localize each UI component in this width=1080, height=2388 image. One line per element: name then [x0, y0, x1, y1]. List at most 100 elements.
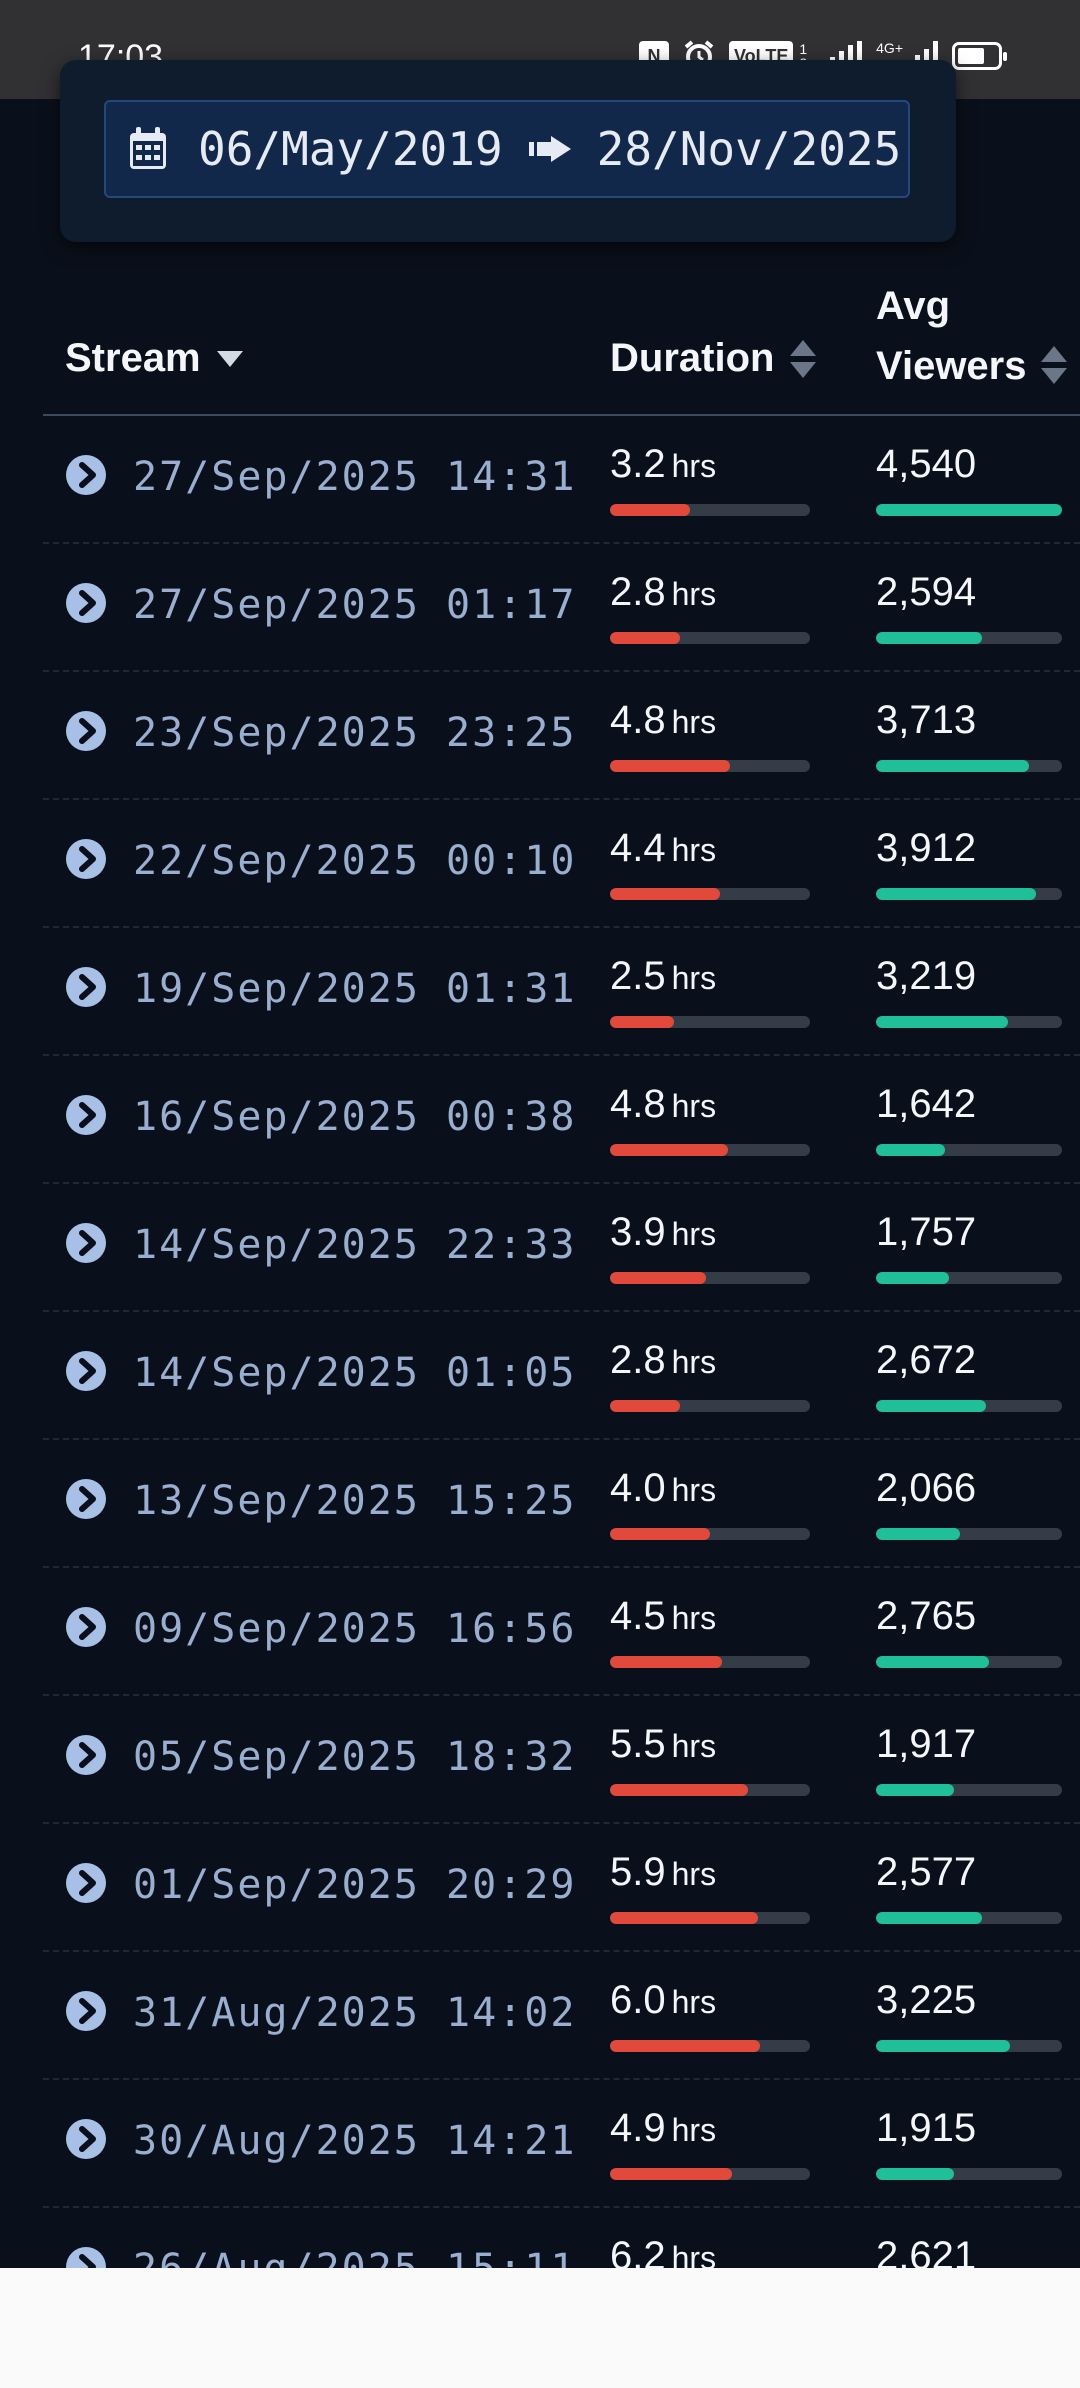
table-row[interactable]: 23/Sep/2025 23:25 4.8 hrs 3,713: [43, 672, 1080, 800]
stream-datetime[interactable]: 22/Sep/2025 00:10: [133, 838, 576, 884]
duration-bar-fill: [610, 632, 680, 644]
date-from: 06/May/2019: [198, 122, 503, 176]
table-row[interactable]: 14/Sep/2025 01:05 2.8 hrs 2,672: [43, 1312, 1080, 1440]
sort-icon: [1040, 346, 1067, 384]
stream-datetime[interactable]: 30/Aug/2025 14:21: [133, 2118, 576, 2164]
avg-viewers-value: 2,672: [876, 1338, 977, 1382]
duration-bar: [610, 760, 810, 772]
sort-desc-icon: [216, 350, 243, 367]
duration-bar: [610, 1656, 810, 1668]
viewers-bar-fill: [876, 1144, 945, 1156]
column-header-stream[interactable]: Stream: [65, 336, 243, 381]
play-circle-icon[interactable]: [65, 1990, 107, 2032]
duration-bar-fill: [610, 1016, 674, 1028]
table-row[interactable]: 16/Sep/2025 00:38 4.8 hrs 1,642: [43, 1056, 1080, 1184]
calendar-icon: [130, 127, 166, 169]
play-circle-icon[interactable]: [65, 710, 107, 752]
stream-datetime[interactable]: 16/Sep/2025 00:38: [133, 1094, 576, 1140]
duration-bar-fill: [610, 504, 690, 516]
viewers-bar: [876, 1272, 1062, 1284]
column-header-avg-viewers[interactable]: Avg Viewers: [876, 276, 1067, 396]
duration-bar: [610, 2168, 810, 2180]
duration-bar: [610, 1784, 810, 1796]
bottom-nav-area: [0, 2268, 1080, 2388]
duration-bar-fill: [610, 2040, 760, 2052]
stream-datetime[interactable]: 01/Sep/2025 20:29: [133, 1862, 576, 1908]
table-row[interactable]: 01/Sep/2025 20:29 5.9 hrs 2,577: [43, 1824, 1080, 1952]
viewers-bar-fill: [876, 2040, 1010, 2052]
duration-bar: [610, 632, 810, 644]
viewers-bar: [876, 1528, 1062, 1540]
stream-datetime[interactable]: 23/Sep/2025 23:25: [133, 710, 576, 756]
column-header-duration[interactable]: Duration: [610, 336, 817, 381]
duration-value: 2.8 hrs: [610, 570, 717, 614]
duration-value: 4.0 hrs: [610, 1466, 717, 1510]
avg-viewers-value: 2,765: [876, 1594, 977, 1638]
duration-value: 5.9 hrs: [610, 1850, 717, 1894]
table-row[interactable]: 27/Sep/2025 01:17 2.8 hrs 2,594: [43, 544, 1080, 672]
date-range-picker[interactable]: 06/May/2019 28/Nov/2025: [104, 100, 910, 198]
duration-bar-fill: [610, 888, 720, 900]
viewers-bar: [876, 632, 1062, 644]
table-row[interactable]: 14/Sep/2025 22:33 3.9 hrs 1,757: [43, 1184, 1080, 1312]
stream-datetime[interactable]: 27/Sep/2025 14:31: [133, 454, 576, 500]
stream-datetime[interactable]: 27/Sep/2025 01:17: [133, 582, 576, 628]
play-circle-icon[interactable]: [65, 1350, 107, 1392]
stream-datetime[interactable]: 14/Sep/2025 01:05: [133, 1350, 576, 1396]
avg-viewers-value: 2,577: [876, 1850, 977, 1894]
viewers-bar: [876, 760, 1062, 772]
table-row[interactable]: 09/Sep/2025 16:56 4.5 hrs 2,765: [43, 1568, 1080, 1696]
duration-value: 3.2 hrs: [610, 442, 717, 486]
play-circle-icon[interactable]: [65, 966, 107, 1008]
play-circle-icon[interactable]: [65, 2118, 107, 2160]
stream-datetime[interactable]: 05/Sep/2025 18:32: [133, 1734, 576, 1780]
play-circle-icon[interactable]: [65, 454, 107, 496]
duration-bar-fill: [610, 1144, 728, 1156]
duration-value: 3.9 hrs: [610, 1210, 717, 1254]
duration-bar-fill: [610, 1784, 748, 1796]
play-circle-icon[interactable]: [65, 582, 107, 624]
viewers-bar: [876, 1784, 1062, 1796]
table-row[interactable]: 31/Aug/2025 14:02 6.0 hrs 3,225: [43, 1952, 1080, 2080]
duration-value: 4.5 hrs: [610, 1594, 717, 1638]
table-row[interactable]: 13/Sep/2025 15:25 4.0 hrs 2,066: [43, 1440, 1080, 1568]
duration-bar-fill: [610, 2168, 732, 2180]
avg-viewers-value: 1,757: [876, 1210, 977, 1254]
avg-viewers-value: 3,713: [876, 698, 977, 742]
viewers-bar: [876, 2168, 1062, 2180]
play-circle-icon[interactable]: [65, 1222, 107, 1264]
play-circle-icon[interactable]: [65, 1734, 107, 1776]
play-circle-icon[interactable]: [65, 838, 107, 880]
duration-bar-fill: [610, 1656, 722, 1668]
viewers-bar: [876, 1400, 1062, 1412]
viewers-bar-fill: [876, 1656, 990, 1668]
viewers-bar: [876, 504, 1062, 516]
viewers-bar: [876, 888, 1062, 900]
stream-datetime[interactable]: 31/Aug/2025 14:02: [133, 1990, 576, 2036]
avg-viewers-value: 1,915: [876, 2106, 977, 2150]
date-to: 28/Nov/2025: [596, 122, 902, 176]
viewers-bar-fill: [876, 1784, 955, 1796]
table-row[interactable]: 27/Sep/2025 14:31 3.2 hrs 4,540: [43, 416, 1080, 544]
stream-datetime[interactable]: 09/Sep/2025 16:56: [133, 1606, 576, 1652]
avg-viewers-value: 1,917: [876, 1722, 977, 1766]
viewers-bar-fill: [876, 1400, 986, 1412]
viewers-bar: [876, 1656, 1062, 1668]
stream-table-body: 27/Sep/2025 14:31 3.2 hrs 4,540 27/Sep/2025 …: [43, 416, 1080, 2336]
stream-datetime[interactable]: 14/Sep/2025 22:33: [133, 1222, 576, 1268]
table-header: Stream Duration Avg Viewers: [43, 270, 1080, 416]
play-circle-icon[interactable]: [65, 1862, 107, 1904]
duration-bar: [610, 1400, 810, 1412]
table-row[interactable]: 22/Sep/2025 00:10 4.4 hrs 3,912: [43, 800, 1080, 928]
table-row[interactable]: 30/Aug/2025 14:21 4.9 hrs 1,915: [43, 2080, 1080, 2208]
play-circle-icon[interactable]: [65, 1478, 107, 1520]
play-circle-icon[interactable]: [65, 1094, 107, 1136]
stream-datetime[interactable]: 19/Sep/2025 01:31: [133, 966, 576, 1012]
duration-value: 4.8 hrs: [610, 1082, 717, 1126]
duration-bar-fill: [610, 1272, 706, 1284]
viewers-bar: [876, 1016, 1062, 1028]
stream-datetime[interactable]: 13/Sep/2025 15:25: [133, 1478, 576, 1524]
play-circle-icon[interactable]: [65, 1606, 107, 1648]
table-row[interactable]: 05/Sep/2025 18:32 5.5 hrs 1,917: [43, 1696, 1080, 1824]
table-row[interactable]: 19/Sep/2025 01:31 2.5 hrs 3,219: [43, 928, 1080, 1056]
